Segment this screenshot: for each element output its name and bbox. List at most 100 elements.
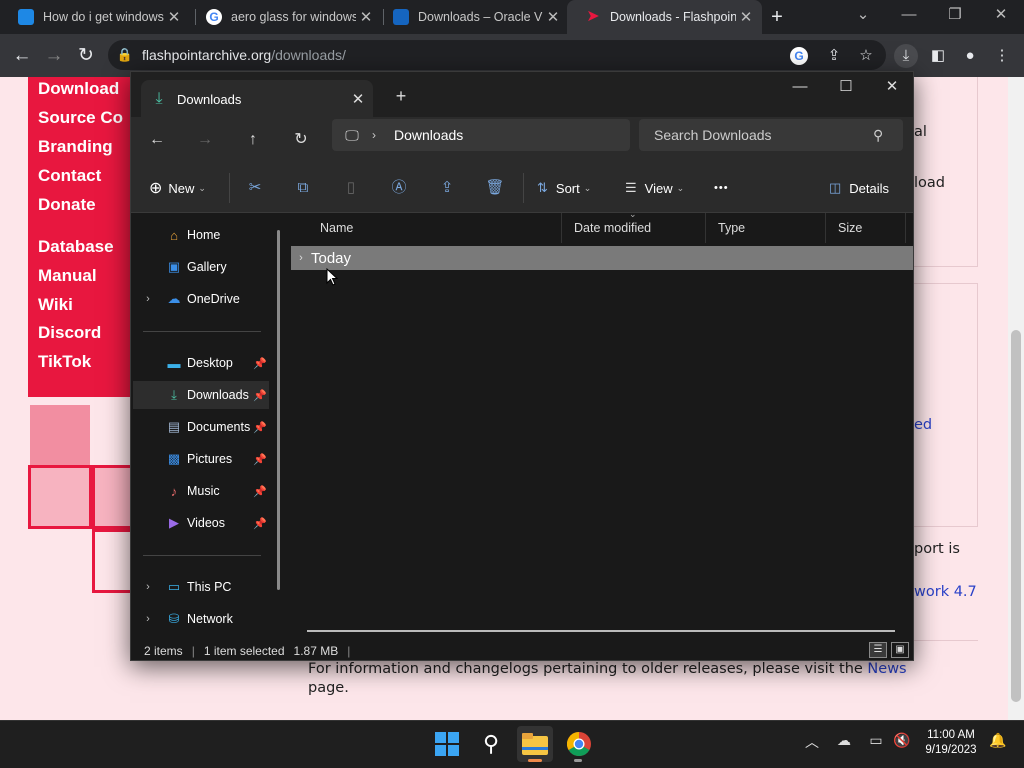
view-button[interactable]: ☰ View ⌄ [625, 175, 684, 201]
chevron-right-icon[interactable]: › [133, 613, 163, 625]
close-tab-icon[interactable]: ✕ [343, 90, 373, 108]
chrome-taskbar-button[interactable] [561, 726, 597, 762]
pin-icon[interactable]: 📌 [251, 357, 269, 370]
nav-item-home[interactable]: ⌂ Home [133, 221, 269, 249]
horizontal-scrollbar[interactable] [307, 630, 895, 632]
close-window-icon[interactable]: ✕ [869, 72, 913, 102]
nav-item-this-pc[interactable]: › ▭ This PC [133, 573, 269, 601]
nav-item-gallery[interactable]: ▣ Gallery [133, 253, 269, 281]
browser-tab-active[interactable]: ➤ Downloads - Flashpoint ✕ [567, 0, 762, 34]
nav-link-discord[interactable]: Discord [38, 323, 101, 343]
close-tab-icon[interactable]: ✕ [736, 8, 756, 26]
maximize-icon[interactable]: ☐ [823, 72, 869, 102]
nav-item-network[interactable]: › ⛁ Network [133, 605, 269, 633]
share-icon[interactable]: ⇪ [433, 175, 461, 201]
column-header-type[interactable]: Type [706, 213, 826, 243]
restore-icon[interactable]: ❐ [932, 0, 978, 30]
nav-item-onedrive[interactable]: › ☁ OneDrive [133, 285, 269, 313]
news-link[interactable]: News [867, 661, 906, 677]
minimize-icon[interactable]: — [777, 72, 823, 102]
breadcrumb[interactable]: 🖵 › Downloads [332, 119, 630, 151]
menu-icon[interactable]: ⋮ [990, 44, 1014, 68]
start-button[interactable] [429, 726, 465, 762]
breadcrumb-item[interactable]: Downloads [394, 127, 463, 143]
nav-link-contact[interactable]: Contact [38, 166, 101, 186]
tab-search-icon[interactable]: ⌄ [840, 0, 886, 30]
chevron-right-icon[interactable]: › [291, 252, 311, 264]
browser-tab[interactable]: How do i get windows ✕ [0, 0, 190, 34]
close-tab-icon[interactable]: ✕ [164, 8, 184, 26]
browser-tab[interactable]: Downloads – Oracle VI ✕ [375, 0, 569, 34]
forward-arrow-icon[interactable]: → [42, 44, 66, 68]
chevron-right-icon[interactable]: › [133, 581, 163, 593]
reload-icon[interactable]: ↻ [74, 44, 98, 68]
google-lens-icon[interactable]: G [790, 47, 808, 65]
webpage-link[interactable]: ed [914, 417, 932, 433]
nav-link-manual[interactable]: Manual [38, 266, 97, 286]
pin-icon[interactable]: 📌 [251, 517, 269, 530]
new-button[interactable]: ⊕ New ⌄ [149, 175, 206, 201]
nav-link-download[interactable]: Download [38, 79, 119, 99]
system-clock[interactable]: 11:00 AM 9/19/2023 [918, 728, 984, 758]
close-tab-icon[interactable]: ✕ [543, 8, 563, 26]
notification-bell-icon[interactable]: 🔔 [986, 732, 1010, 749]
search-icon[interactable]: ⚲ [473, 726, 509, 762]
page-scrollbar-thumb[interactable] [1011, 330, 1021, 702]
new-tab-button[interactable]: + [389, 84, 413, 108]
nav-link-branding[interactable]: Branding [38, 137, 113, 157]
share-icon[interactable]: ⇪ [822, 44, 846, 68]
nav-item-videos[interactable]: ▶ Videos 📌 [133, 509, 269, 537]
file-explorer-taskbar-button[interactable] [517, 726, 553, 762]
details-button[interactable]: ◫ Details [829, 175, 889, 201]
close-tab-icon[interactable]: ✕ [356, 8, 376, 26]
pin-icon[interactable]: 📌 [251, 485, 269, 498]
copy-icon[interactable]: ⧉ [289, 175, 317, 201]
chevron-right-icon[interactable]: › [133, 293, 163, 305]
cut-icon[interactable]: ✂ [241, 175, 269, 201]
pin-icon[interactable]: 📌 [251, 453, 269, 466]
sort-button[interactable]: ⇅ Sort ⌄ [537, 175, 591, 201]
nav-item-music[interactable]: ♪ Music 📌 [133, 477, 269, 505]
back-arrow-icon[interactable]: ← [142, 125, 172, 155]
new-tab-button[interactable]: + [764, 5, 790, 29]
nav-link-database[interactable]: Database [38, 237, 114, 257]
nav-item-documents[interactable]: ▤ Documents 📌 [133, 413, 269, 441]
display-icon[interactable]: ▭ [864, 732, 888, 749]
bookmark-star-icon[interactable]: ☆ [854, 44, 878, 68]
paste-icon[interactable]: ▯ [337, 175, 365, 201]
webpage-link[interactable]: work 4.7 [914, 584, 977, 600]
nav-link-wiki[interactable]: Wiki [38, 295, 73, 315]
details-view-icon[interactable]: ☰ [869, 642, 887, 658]
forward-arrow-icon[interactable]: → [190, 125, 220, 155]
rename-icon[interactable]: Ⓐ [385, 175, 413, 201]
delete-icon[interactable]: 🗑 [481, 175, 509, 201]
nav-item-pictures[interactable]: ▩ Pictures 📌 [133, 445, 269, 473]
downloads-icon[interactable]: ⤓ [894, 44, 918, 68]
nav-item-desktop[interactable]: ▬ Desktop 📌 [133, 349, 269, 377]
column-header-size[interactable]: Size [826, 213, 906, 243]
back-arrow-icon[interactable]: ← [10, 44, 34, 68]
side-panel-icon[interactable]: ◧ [926, 44, 950, 68]
browser-tab[interactable]: G aero glass for windows ✕ [188, 0, 382, 34]
profile-icon[interactable]: ● [958, 44, 982, 68]
onedrive-cloud-icon[interactable]: ☁ [832, 732, 856, 749]
nav-link-donate[interactable]: Donate [38, 195, 96, 215]
chevron-up-icon[interactable]: ︿ [800, 732, 824, 752]
nav-link-source-code[interactable]: Source Co [38, 108, 123, 128]
volume-muted-icon[interactable]: 🔇 [890, 732, 914, 749]
close-window-icon[interactable]: ✕ [978, 0, 1024, 30]
explorer-tab[interactable]: ⤓ Downloads ✕ [141, 80, 373, 118]
up-arrow-icon[interactable]: ↑ [238, 125, 268, 155]
minimize-icon[interactable]: — [886, 0, 932, 30]
group-header-today[interactable]: › Today [291, 246, 913, 270]
refresh-icon[interactable]: ↻ [286, 125, 316, 155]
nav-scrollbar[interactable] [277, 230, 280, 590]
column-header-name[interactable]: Name [308, 213, 562, 243]
pin-icon[interactable]: 📌 [251, 389, 269, 402]
more-options-button[interactable]: ••• [714, 175, 729, 201]
address-bar[interactable]: 🔒 flashpointarchive.org/downloads/ [108, 40, 886, 70]
search-input[interactable]: Search Downloads ⚲ [639, 119, 903, 151]
nav-item-downloads[interactable]: ⤓ Downloads 📌 [133, 381, 269, 409]
pin-icon[interactable]: 📌 [251, 421, 269, 434]
tiles-view-icon[interactable]: ▣ [891, 642, 909, 658]
